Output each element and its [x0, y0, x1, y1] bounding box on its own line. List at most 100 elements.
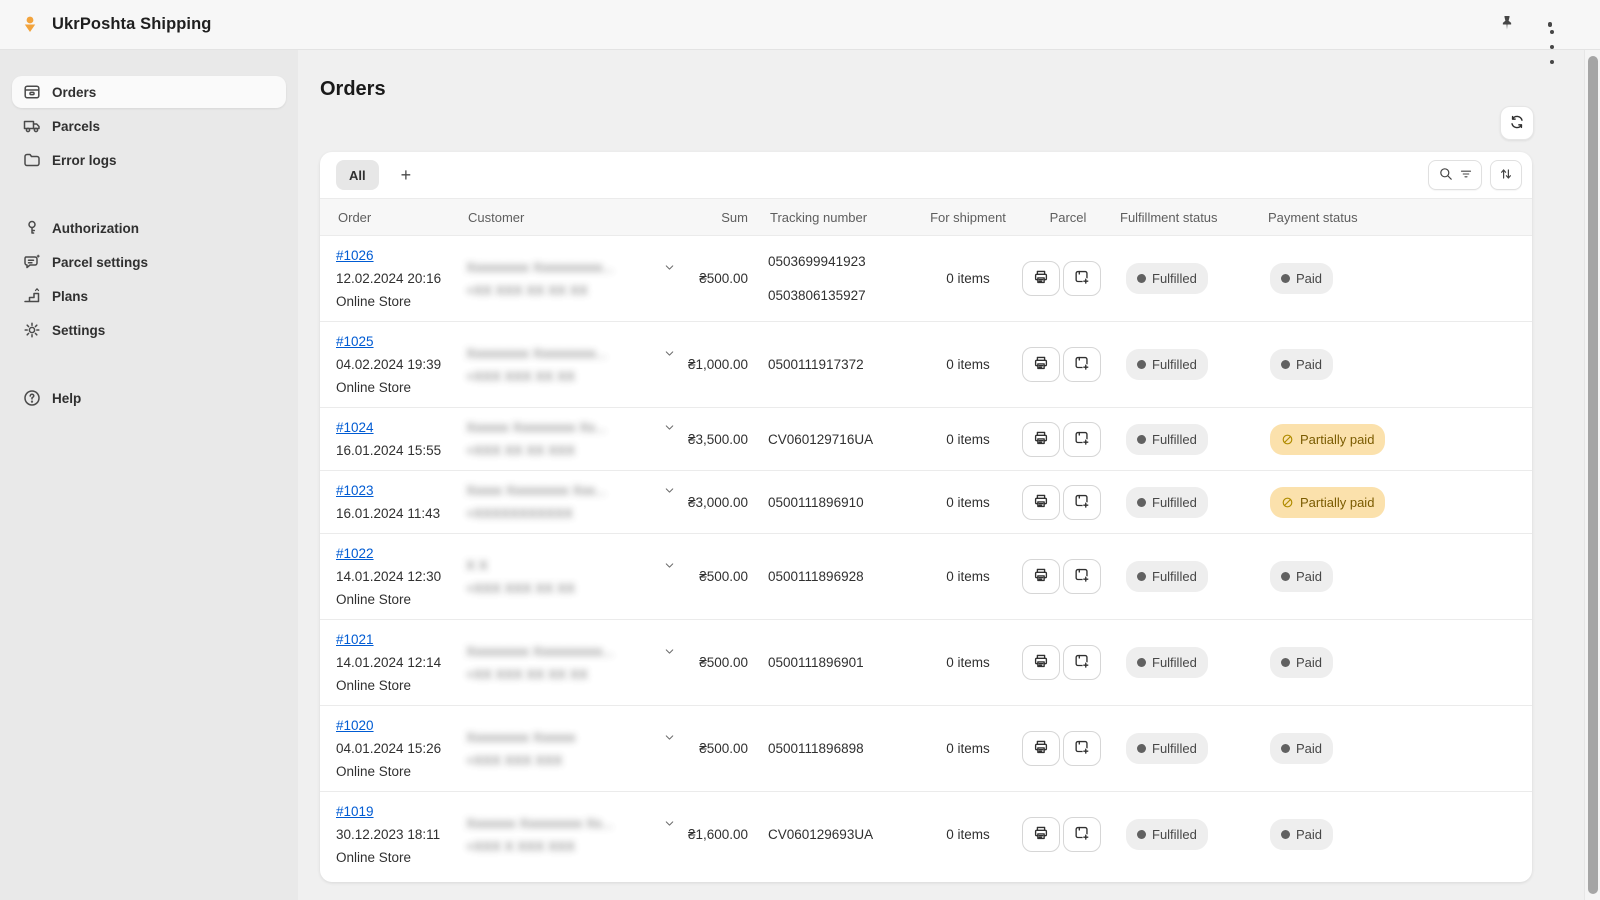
sidebar-item-error-logs[interactable]: Error logs: [12, 144, 286, 176]
sync-icon: [1508, 113, 1526, 134]
order-link[interactable]: #1023: [336, 479, 374, 502]
customer-name-masked: Xxxxxxx Xxxxxxxxx Xx...: [466, 812, 661, 835]
sidebar-item-plans[interactable]: Plans: [12, 280, 286, 312]
payment-status-label: Partially paid: [1300, 428, 1374, 451]
app-title: UkrPoshta Shipping: [52, 15, 211, 34]
order-link[interactable]: #1024: [336, 416, 374, 439]
payment-status-badge: Paid: [1270, 819, 1333, 850]
print-parcel-button[interactable]: [1022, 347, 1060, 382]
expand-customer-button[interactable]: [661, 345, 678, 365]
app-logo-icon: [18, 13, 42, 37]
tab-all[interactable]: All: [336, 160, 379, 190]
payment-status-label: Paid: [1296, 267, 1322, 290]
status-dot-icon: [1137, 360, 1146, 369]
for-shipment-count: 0 items: [918, 353, 1018, 376]
for-shipment-count: 0 items: [918, 737, 1018, 760]
expand-customer-button[interactable]: [661, 643, 678, 663]
sidebar-item-label: Orders: [52, 85, 96, 100]
parcel-add-icon: [1073, 566, 1091, 587]
sidebar-item-parcel-settings[interactable]: Parcel settings: [12, 246, 286, 278]
customer-name-masked: Xxxxxxxxx Xxxxxxxxx...: [466, 342, 661, 365]
fulfillment-status-badge: Fulfilled: [1126, 647, 1208, 678]
print-parcel-button[interactable]: [1022, 731, 1060, 766]
sort-button[interactable]: [1490, 160, 1522, 190]
status-dot-icon: [1137, 572, 1146, 581]
ellipsis-icon: [1548, 22, 1553, 27]
sidebar-item-label: Error logs: [52, 153, 117, 168]
printer-icon: [1032, 268, 1050, 289]
fulfillment-status-badge: Fulfilled: [1126, 424, 1208, 455]
expand-customer-button[interactable]: [661, 729, 678, 749]
sidebar-item-parcels[interactable]: Parcels: [12, 110, 286, 142]
create-parcel-button[interactable]: [1063, 559, 1101, 594]
partially-paid-icon: [1281, 496, 1294, 509]
chevron-down-icon: [663, 818, 676, 833]
order-link[interactable]: #1019: [336, 800, 374, 823]
create-parcel-button[interactable]: [1063, 347, 1101, 382]
filter-icon: [1459, 167, 1473, 184]
payment-status-badge: Paid: [1270, 733, 1333, 764]
sidebar-item-help[interactable]: Help: [12, 382, 286, 414]
print-parcel-button[interactable]: [1022, 645, 1060, 680]
expand-customer-button[interactable]: [661, 815, 678, 835]
print-parcel-button[interactable]: [1022, 261, 1060, 296]
page-title: Orders: [320, 78, 386, 101]
customer-name-masked: Xxxxxxxxx Xxxxxx: [466, 726, 661, 749]
tracking-numbers: 0500111896910: [768, 491, 918, 514]
print-parcel-button[interactable]: [1022, 559, 1060, 594]
create-parcel-button[interactable]: [1063, 261, 1101, 296]
pin-app-button[interactable]: [1494, 10, 1520, 39]
more-actions-button[interactable]: [1542, 18, 1558, 31]
sidebar-item-orders[interactable]: Orders: [12, 76, 286, 108]
order-link[interactable]: #1025: [336, 330, 374, 353]
sales-channel: Online Store: [336, 760, 466, 783]
create-parcel-button[interactable]: [1063, 731, 1101, 766]
status-dot-icon: [1281, 830, 1290, 839]
customer-masked: Xxxxxxxxx Xxxxxx +XXX XXX XXX: [466, 726, 661, 772]
tracking-number: CV060129716UA: [768, 428, 918, 451]
sidebar-item-settings[interactable]: Settings: [12, 314, 286, 346]
order-link[interactable]: #1022: [336, 542, 374, 565]
print-parcel-button[interactable]: [1022, 817, 1060, 852]
expand-customer-button[interactable]: [661, 419, 678, 439]
table-row: #1022 14.01.2024 12:30 Online Store X X …: [320, 534, 1532, 620]
payment-status-badge: Paid: [1270, 647, 1333, 678]
order-link[interactable]: #1020: [336, 714, 374, 737]
page-scrollbar[interactable]: [1584, 50, 1600, 900]
tracking-numbers: 0500111896928: [768, 565, 918, 588]
sidebar-item-authorization[interactable]: Authorization: [12, 212, 286, 244]
fulfillment-status-badge: Fulfilled: [1126, 349, 1208, 380]
search-and-filter-button[interactable]: [1428, 160, 1482, 190]
print-parcel-button[interactable]: [1022, 485, 1060, 520]
order-link[interactable]: #1021: [336, 628, 374, 651]
sort-arrows-icon: [1498, 166, 1514, 185]
payment-status-badge: Paid: [1270, 561, 1333, 592]
create-parcel-button[interactable]: [1063, 645, 1101, 680]
column-header-fulfillment: Fulfillment status: [1118, 210, 1258, 225]
print-parcel-button[interactable]: [1022, 422, 1060, 457]
expand-customer-button[interactable]: [661, 557, 678, 577]
help-icon: [22, 388, 42, 408]
chevron-down-icon: [663, 560, 676, 575]
scrollbar-thumb[interactable]: [1588, 56, 1598, 894]
add-view-button[interactable]: +: [393, 162, 420, 188]
printer-icon: [1032, 429, 1050, 450]
expand-customer-button[interactable]: [661, 259, 678, 279]
customer-masked: Xxxxxx Xxxxxxxxx Xx... +XXX XX XX XXX: [466, 416, 661, 462]
customer-phone-masked: +XX XXX XX XX XX: [466, 279, 661, 302]
order-link[interactable]: #1026: [336, 244, 374, 267]
create-parcel-button[interactable]: [1063, 485, 1101, 520]
status-dot-icon: [1137, 498, 1146, 507]
fulfillment-status-label: Fulfilled: [1152, 267, 1197, 290]
payment-status-label: Paid: [1296, 565, 1322, 588]
truck-icon: [22, 116, 42, 136]
customer-masked: Xxxxx Xxxxxxxxx Xxx... +XXXXXXXXXXX: [466, 479, 661, 525]
create-parcel-button[interactable]: [1063, 422, 1101, 457]
create-parcel-button[interactable]: [1063, 817, 1101, 852]
table-row: #1023 16.01.2024 11:43 Xxxxx Xxxxxxxxx X…: [320, 471, 1532, 534]
parcel-actions: [1018, 645, 1118, 680]
expand-customer-button[interactable]: [661, 482, 678, 502]
tracking-number: 0500111896910: [768, 491, 918, 514]
sync-orders-button[interactable]: [1500, 106, 1534, 140]
app-window: UkrPoshta Shipping Orders: [0, 0, 1600, 900]
